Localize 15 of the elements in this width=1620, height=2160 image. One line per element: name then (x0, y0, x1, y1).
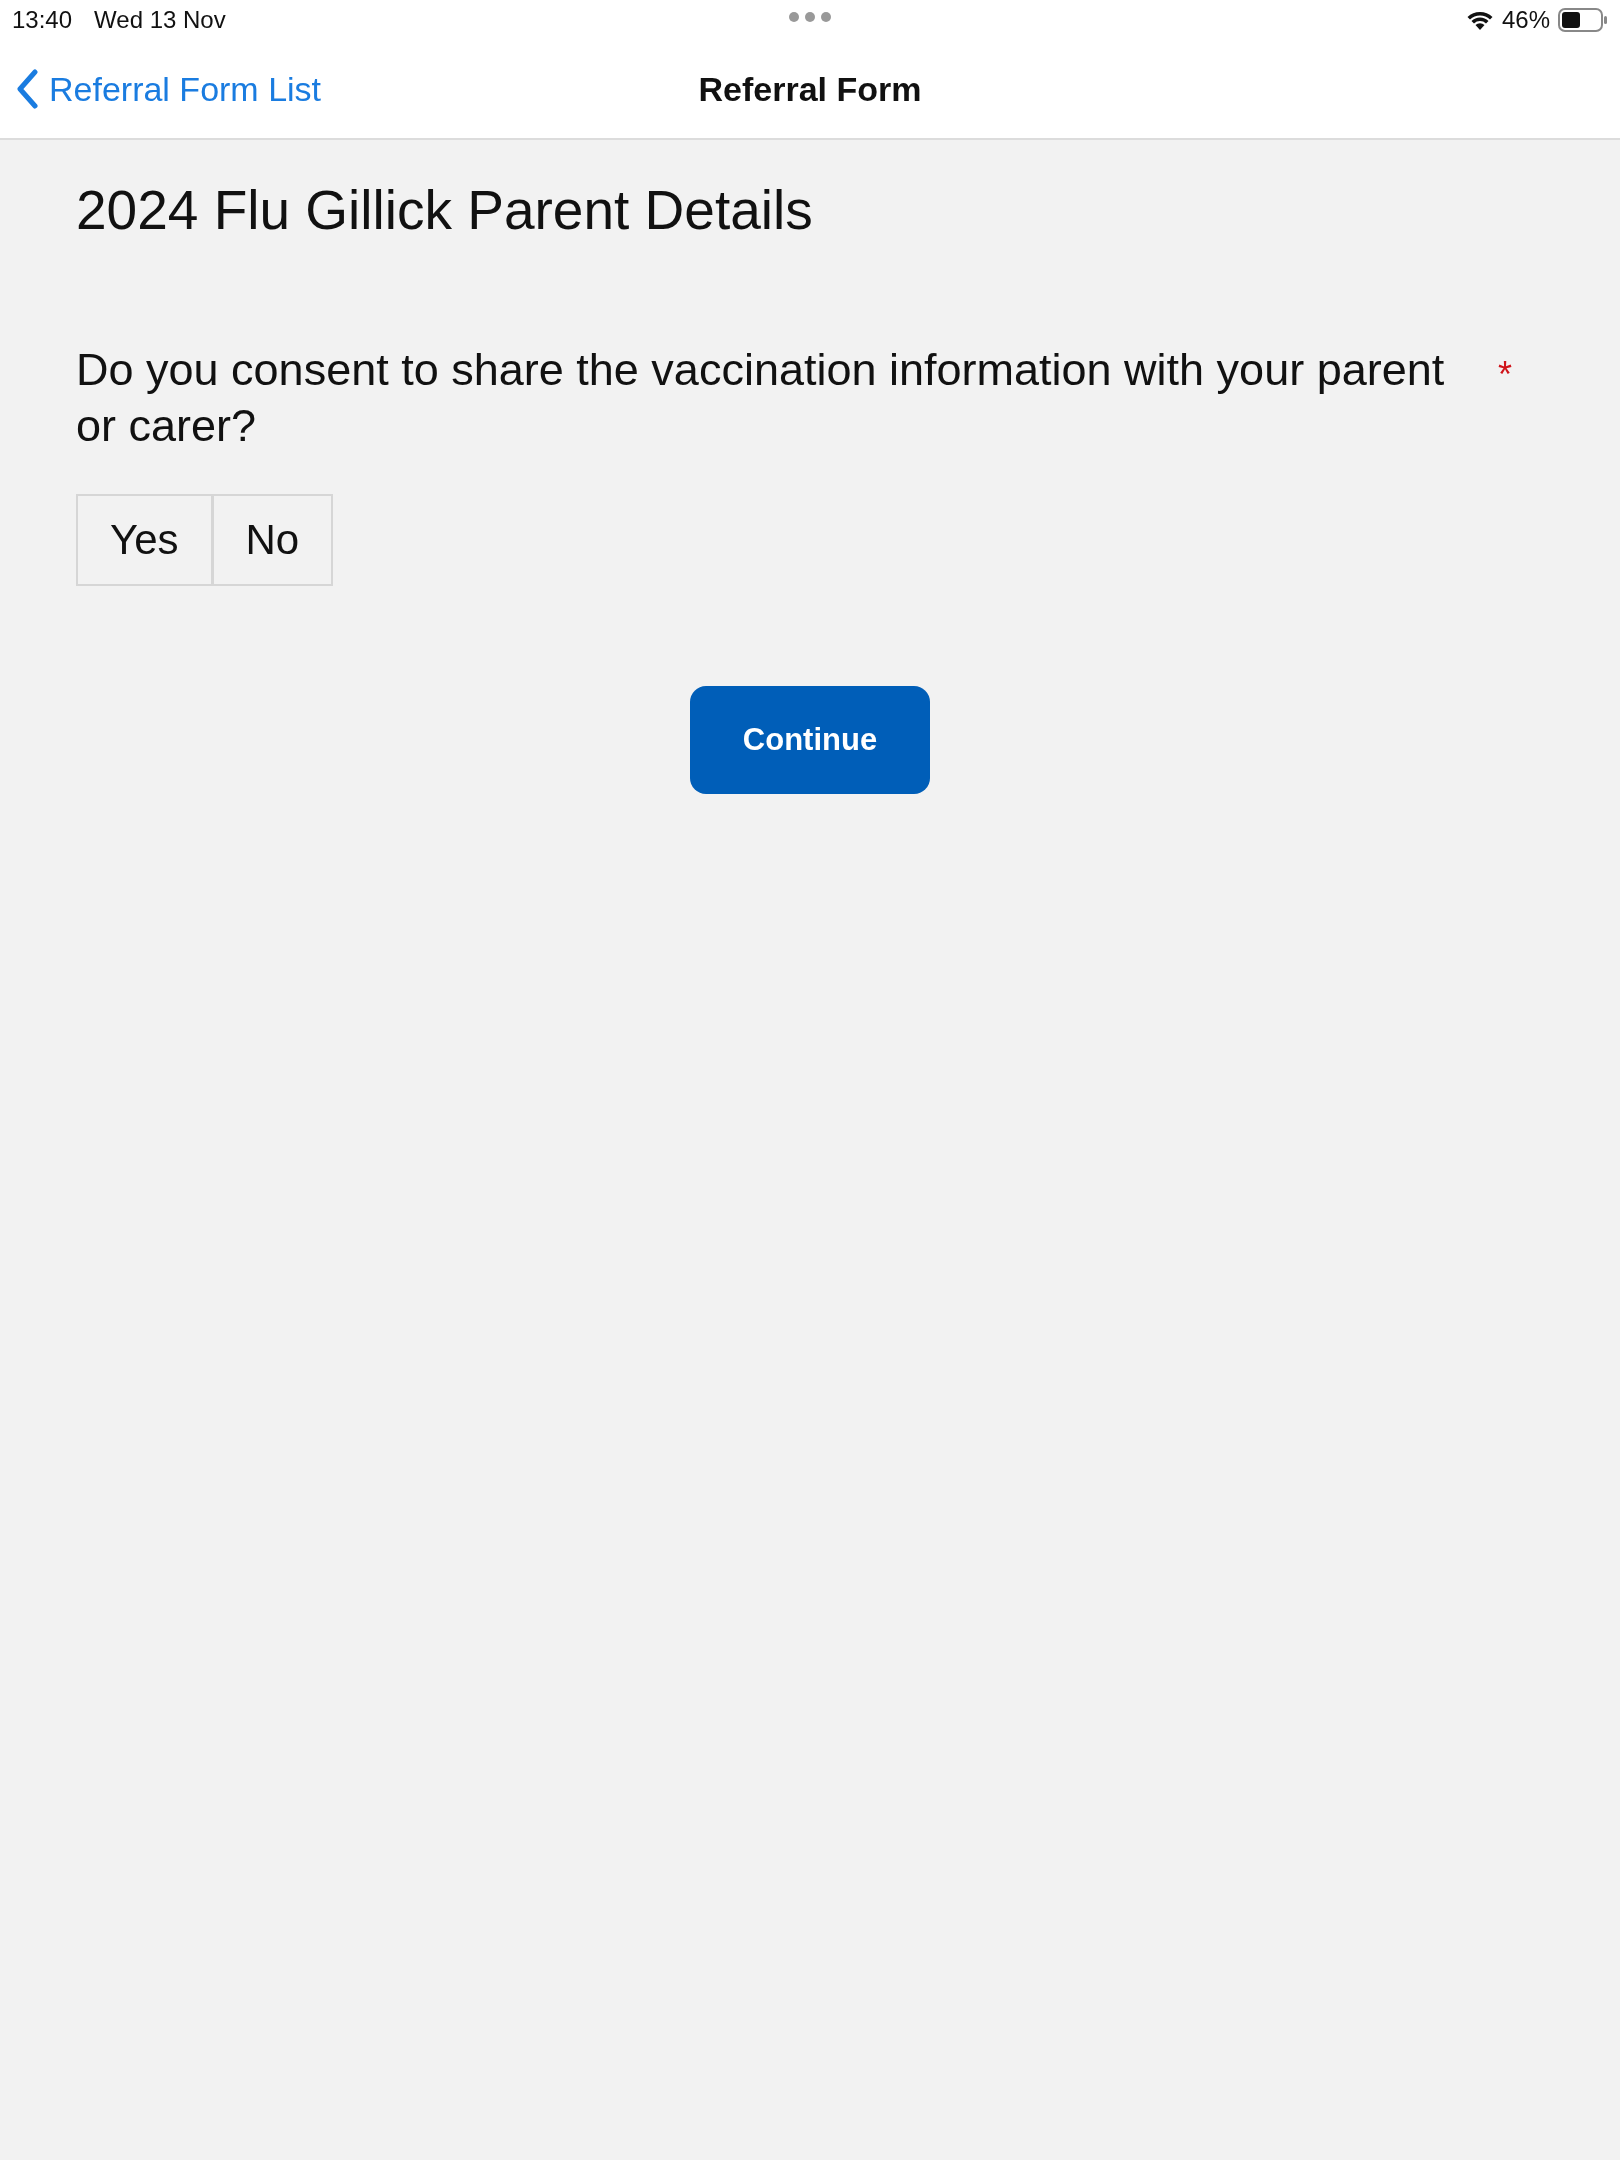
answer-option[interactable]: Yes (76, 494, 213, 586)
question-text: Do you consent to share the vaccination information with your parent or carer? (76, 343, 1446, 453)
battery-icon (1558, 8, 1608, 32)
chevron-left-icon (15, 69, 39, 109)
required-mark: * (1498, 354, 1512, 396)
continue-button[interactable]: Continue (690, 686, 930, 794)
answer-option[interactable]: No (211, 494, 334, 586)
form-heading: 2024 Flu Gillick Parent Details (76, 178, 814, 242)
nav-title: Referral Form (698, 69, 922, 109)
status-time: 13:40 (12, 6, 73, 34)
wifi-icon (1465, 9, 1494, 31)
more-icon[interactable] (789, 12, 831, 22)
status-date: Wed 13 Nov (94, 6, 226, 34)
battery-percentage: 46% (1501, 6, 1550, 34)
back-button[interactable]: Referral Form List (0, 68, 328, 110)
